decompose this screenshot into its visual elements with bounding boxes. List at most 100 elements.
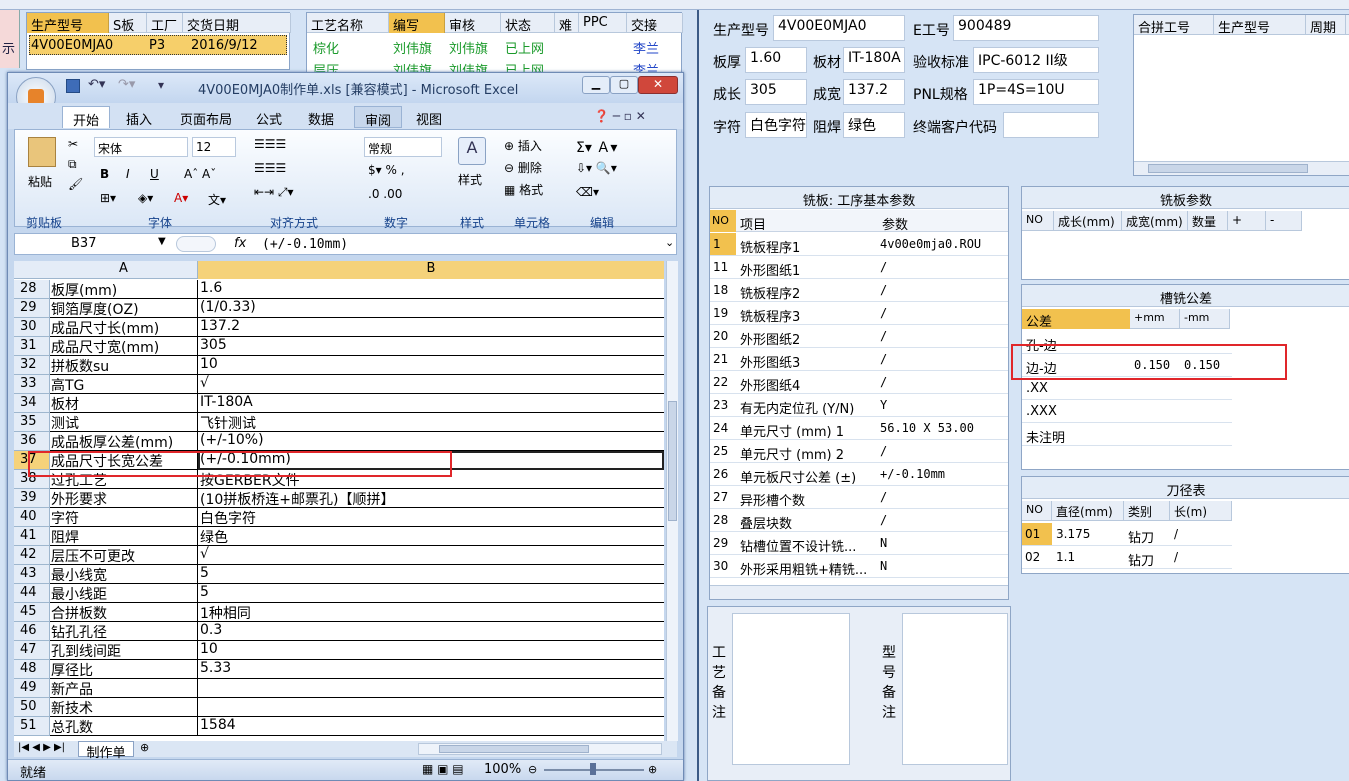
pnl-field[interactable]: 1P=4S=10U [973,79,1099,105]
cell-a[interactable]: 厚径比 [50,660,198,679]
combo-header-model[interactable]: 生产型号 [1214,15,1306,35]
board-header-qty[interactable]: 数量 [1188,211,1228,231]
cell-a[interactable]: 高TG [50,375,198,394]
cell-b[interactable]: (1/0.33) [198,299,664,318]
italic-button[interactable]: I [126,167,130,181]
slot-header-plus[interactable]: +mm [1130,309,1180,329]
paste-icon[interactable] [28,137,56,167]
combo-header-cycle[interactable]: 周期 [1306,15,1346,35]
slot-row[interactable]: 未注明 [1022,423,1232,446]
mask-field[interactable]: 绿色 [843,112,905,138]
cell-a[interactable]: 孔到线间距 [50,641,198,660]
zoom-slider-thumb[interactable] [590,763,596,775]
number-format-select[interactable]: 常规 [364,137,442,157]
cell-a[interactable]: 阻焊 [50,527,198,546]
paste-label[interactable]: 粘贴 [28,173,52,190]
mill-row[interactable]: 19 铣板程序3 / [710,302,1008,325]
save-icon[interactable] [66,79,80,93]
cell-b[interactable]: 5.33 [198,660,664,679]
zoom-level[interactable]: 100% [484,762,521,777]
name-box[interactable]: B37 [15,234,173,254]
font-name-select[interactable]: 宋体 [94,137,188,157]
formula-expand-icon[interactable] [176,236,216,252]
cut-icon[interactable]: ✂ [68,137,78,151]
zoom-in-icon[interactable]: ⊕ [648,763,657,776]
mill-header-no[interactable]: NO [710,210,736,232]
cell-a[interactable]: 合拼板数 [50,603,198,622]
board-header-plus[interactable]: + [1228,211,1266,231]
standard-field[interactable]: IPC-6012 II级 [973,47,1099,73]
mill-row[interactable]: 11 外形图纸1 / [710,256,1008,279]
proc-row1-review[interactable]: 刘伟旗 [449,38,488,57]
thickness-field[interactable]: 1.60 [745,47,807,73]
row-number[interactable]: 42 [14,546,50,565]
slot-header-minus[interactable]: -mm [1180,309,1230,329]
cell-a[interactable]: 钻孔孔径 [50,622,198,641]
cell-a[interactable]: 新产品 [50,679,198,698]
align-top-icon[interactable]: ☰☰☰ [254,137,286,151]
cell-b[interactable]: 10 [198,356,664,375]
name-box-dropdown-icon[interactable]: ▼ [158,236,166,247]
process-grid[interactable]: 工艺名称 编写 审核 状态 难 PPC 交接 棕化 刘伟旗 刘伟旗 已上网 李兰… [306,12,683,79]
mill-header-param[interactable]: 参数 [882,214,908,233]
proc-header-name[interactable]: 工艺名称 [307,13,389,33]
cell-b[interactable]: 1种相同 [198,603,664,622]
cell-b[interactable]: 10 [198,641,664,660]
mill-row[interactable]: 25 单元尺寸 (mm) 2 / [710,440,1008,463]
tool-row[interactable]: 01 3.175 钻刀 / [1022,523,1232,546]
cell-b[interactable]: 飞针测试 [198,413,664,432]
proc-header-hard[interactable]: 难 [555,13,579,33]
excel-window[interactable]: ↶▾ ↷▾ ▾ 4V00E0MJA0制作单.xls [兼容模式] - Micro… [7,72,684,781]
cell-a[interactable]: 测试 [50,413,198,432]
row-number[interactable]: 43 [14,565,50,584]
tools-header-type[interactable]: 类别 [1124,501,1170,521]
cell-b[interactable]: (+/-10%) [198,432,664,451]
proc-header-status[interactable]: 状态 [501,13,555,33]
row-number[interactable]: 51 [14,717,50,736]
style-icon[interactable]: A [458,137,486,165]
slot-row[interactable]: .XXX [1022,400,1232,423]
horizontal-scroll-thumb[interactable] [439,745,589,753]
row-number[interactable]: 31 [14,337,50,356]
cell-a[interactable]: 外形要求 [50,489,198,508]
fill-color-button[interactable]: ◈▾ [138,191,153,205]
close-button[interactable]: ✕ [638,76,678,94]
char-field[interactable]: 白色字符 [745,112,807,138]
cell-b[interactable]: 5 [198,565,664,584]
tools-header-dia[interactable]: 直径(mm) [1052,501,1124,521]
format-painter-icon[interactable]: 🖌 [68,177,83,191]
column-header-a[interactable]: A [50,261,198,279]
row-number[interactable]: 28 [14,280,50,299]
formula-collapse-icon[interactable]: ⌄ [665,236,674,249]
view-mode-icons[interactable]: ▦ ▣ ▤ [422,762,464,776]
mill-row[interactable]: 29 钻槽位置不设计铣... N [710,532,1008,555]
proc-row1-writer[interactable]: 刘伟旗 [393,38,432,57]
indent-icon[interactable]: ⇤⇥ ⤢▾ [254,185,294,200]
cell-b[interactable]: 白色字符 [198,508,664,527]
row-number[interactable]: 47 [14,641,50,660]
autosum-icon[interactable]: Σ▾ Ａ▾ [576,137,617,157]
order-header-model[interactable]: 生产型号 [27,13,109,33]
cell-b[interactable]: IT-180A [198,394,664,413]
mill-row[interactable]: 24 单元尺寸 (mm) 1 56.10 X 53.00 [710,417,1008,440]
qat-more-icon[interactable]: ▾ [158,78,164,92]
tool-row[interactable]: 02 1.1 钻刀 / [1022,546,1232,569]
proc-header-handover[interactable]: 交接 [627,13,683,33]
cell-b[interactable]: 137.2 [198,318,664,337]
cell-b[interactable]: 305 [198,337,664,356]
cell-a[interactable]: 总孔数 [50,717,198,736]
row-number[interactable]: 44 [14,584,50,603]
undo-icon[interactable]: ↶▾ [88,77,105,92]
mill-row[interactable]: 21 外形图纸3 / [710,348,1008,371]
cell-b[interactable]: 0.3 [198,622,664,641]
tab-page-layout[interactable]: 页面布局 [170,106,242,128]
row-number[interactable]: 34 [14,394,50,413]
row-number[interactable]: 45 [14,603,50,622]
style-label[interactable]: 样式 [458,171,482,188]
prod-model-field[interactable]: 4V00E0MJA0 [773,15,905,41]
mill-header-item[interactable]: 项目 [740,214,766,233]
row-number[interactable]: 41 [14,527,50,546]
customer-field[interactable] [1003,112,1099,138]
mill-row[interactable]: 1 铣板程序1 4v00e0mja0.ROU [710,233,1008,256]
mill-row[interactable]: 26 单元板尺寸公差 (±) +/-0.10mm [710,463,1008,486]
